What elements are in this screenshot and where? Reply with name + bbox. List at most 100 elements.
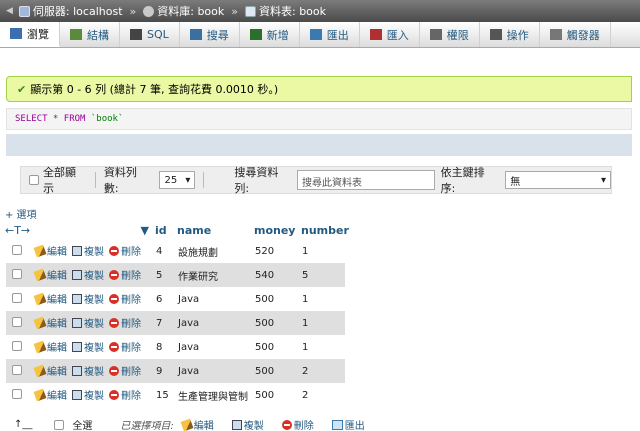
edit-button[interactable]: 編輯 xyxy=(33,363,67,378)
sql-table-name: `book` xyxy=(85,114,124,124)
tab-triggers[interactable]: 觸發器 xyxy=(540,22,611,47)
sort-select[interactable]: 無 ▾ xyxy=(505,171,612,189)
delete-button[interactable]: 刪除 xyxy=(109,243,141,258)
dropdown-arrow-icon: ▾ xyxy=(185,174,191,186)
column-header-number[interactable]: number xyxy=(301,223,349,237)
row-checkbox[interactable] xyxy=(12,388,22,399)
edit-button[interactable]: 編輯 xyxy=(33,243,67,258)
copy-icon xyxy=(72,269,82,280)
column-header-name[interactable]: name xyxy=(177,223,254,237)
column-header-money[interactable]: money xyxy=(254,223,301,237)
bulk-edit-button[interactable]: 編輯 xyxy=(180,417,214,431)
sort-dropdown-icon[interactable]: ▼ xyxy=(141,224,149,237)
pencil-icon xyxy=(33,292,47,306)
tab-label: 瀏覽 xyxy=(27,27,49,41)
cell-name: Java xyxy=(175,335,252,359)
collapse-arrow-icon[interactable]: ◀ xyxy=(6,6,13,16)
delete-button[interactable]: 刪除 xyxy=(109,339,141,354)
breadcrumb-table[interactable]: 資料表: book xyxy=(245,3,326,19)
tab-sql[interactable]: SQL xyxy=(120,22,180,47)
success-message: ✔ 顯示第 0 - 6 列 (總計 7 筆, 查詢花費 0.0010 秒。) xyxy=(6,76,632,102)
cell-id: 8 xyxy=(153,335,175,359)
table-row: 編輯 複製 刪除 9 Java 500 2 xyxy=(6,359,345,383)
copy-button[interactable]: 複製 xyxy=(72,339,104,354)
cell-name: Java xyxy=(175,311,252,335)
check-icon: ✔ xyxy=(17,82,27,96)
bulk-delete-button[interactable]: 刪除 xyxy=(281,417,314,431)
select-all-checkbox[interactable] xyxy=(54,419,65,430)
column-arrows[interactable]: ←T→ xyxy=(5,224,30,237)
table-row: 編輯 複製 刪除 5 作業研究 540 5 xyxy=(6,263,345,287)
tab-structure[interactable]: 結構 xyxy=(60,22,120,47)
import-icon xyxy=(369,29,382,40)
tab-privileges[interactable]: 權限 xyxy=(420,22,480,47)
edit-button[interactable]: 編輯 xyxy=(33,387,67,402)
options-toggle[interactable]: + 選項 xyxy=(5,206,640,221)
bulk-copy-button[interactable]: 複製 xyxy=(231,417,264,431)
row-checkbox[interactable] xyxy=(12,316,22,327)
tab-label: 結構 xyxy=(87,28,109,42)
row-checkbox[interactable] xyxy=(12,340,22,351)
sql-keyword-select[interactable]: SELECT xyxy=(15,114,48,124)
search-input[interactable]: 搜尋此資料表 xyxy=(296,170,435,190)
edit-button[interactable]: 編輯 xyxy=(33,267,67,282)
breadcrumb: ◀ 伺服器: localhost » 資料庫: book » 資料表: book xyxy=(0,0,640,22)
copy-button[interactable]: 複製 xyxy=(72,291,104,306)
tab-insert[interactable]: 新增 xyxy=(240,22,300,47)
tab-label: 新增 xyxy=(266,28,289,42)
copy-button[interactable]: 複製 xyxy=(72,267,104,282)
delete-button[interactable]: 刪除 xyxy=(109,387,141,402)
edit-button[interactable]: 編輯 xyxy=(33,291,67,306)
row-checkbox[interactable] xyxy=(12,364,22,375)
pencil-icon xyxy=(33,340,47,354)
edit-button[interactable]: 編輯 xyxy=(33,315,67,330)
delete-button[interactable]: 刪除 xyxy=(109,267,141,282)
delete-button[interactable]: 刪除 xyxy=(109,291,141,306)
dropdown-arrow-icon: ▾ xyxy=(600,174,607,186)
edit-button[interactable]: 編輯 xyxy=(33,339,67,354)
tab-import[interactable]: 匯入 xyxy=(360,22,420,47)
select-all-label[interactable]: 全選 xyxy=(72,417,92,431)
table-footer: ↑__ 全選 已選擇項目: 編輯 複製 刪除 匯出 xyxy=(14,417,640,431)
export-icon xyxy=(309,29,322,40)
cell-number: 2 xyxy=(299,383,345,407)
table-icon xyxy=(245,5,256,17)
table-row: 編輯 複製 刪除 8 Java 500 1 xyxy=(6,335,345,359)
row-checkbox[interactable] xyxy=(12,268,22,279)
delete-button[interactable]: 刪除 xyxy=(109,315,141,330)
database-icon xyxy=(143,5,155,17)
show-all-checkbox[interactable] xyxy=(29,175,39,185)
tab-export[interactable]: 匯出 xyxy=(300,22,360,47)
delete-button[interactable]: 刪除 xyxy=(109,363,141,378)
row-checkbox[interactable] xyxy=(12,244,22,255)
query-options-bar xyxy=(6,134,632,156)
show-all-label[interactable]: 全部顯示 xyxy=(43,164,87,196)
delete-icon xyxy=(109,269,119,280)
message-text: 顯示第 0 - 6 列 (總計 7 筆, 查詢花費 0.0010 秒。) xyxy=(30,83,279,96)
sql-keyword-from[interactable]: FROM xyxy=(64,114,86,124)
breadcrumb-server[interactable]: 伺服器: localhost xyxy=(18,3,123,19)
bulk-export-button[interactable]: 匯出 xyxy=(331,417,365,431)
search-icon xyxy=(189,29,202,40)
table-row: 編輯 複製 刪除 15 生產管理與管制 500 2 xyxy=(6,383,345,407)
copy-button[interactable]: 複製 xyxy=(72,387,104,402)
cell-money: 500 xyxy=(252,383,299,407)
divider xyxy=(94,172,96,188)
copy-button[interactable]: 複製 xyxy=(72,363,104,378)
row-checkbox[interactable] xyxy=(12,292,22,303)
column-header-id[interactable]: id xyxy=(155,223,177,237)
delete-icon xyxy=(109,293,119,304)
rows-label: 資料列數: xyxy=(103,166,137,195)
tab-browse[interactable]: 瀏覽 xyxy=(0,22,60,47)
rows-per-page-select[interactable]: 25 ▾ xyxy=(159,171,196,189)
cell-id: 9 xyxy=(153,359,175,383)
breadcrumb-database[interactable]: 資料庫: book xyxy=(143,3,224,19)
copy-button[interactable]: 複製 xyxy=(72,243,104,258)
tab-operations[interactable]: 操作 xyxy=(480,22,540,47)
copy-button[interactable]: 複製 xyxy=(72,315,104,330)
table-row: 編輯 複製 刪除 7 Java 500 1 xyxy=(6,311,345,335)
tab-search[interactable]: 搜尋 xyxy=(180,22,240,47)
cell-number: 1 xyxy=(299,239,345,263)
privileges-icon xyxy=(429,29,442,40)
table-row: 編輯 複製 刪除 4 設施規劃 520 1 xyxy=(6,239,345,263)
